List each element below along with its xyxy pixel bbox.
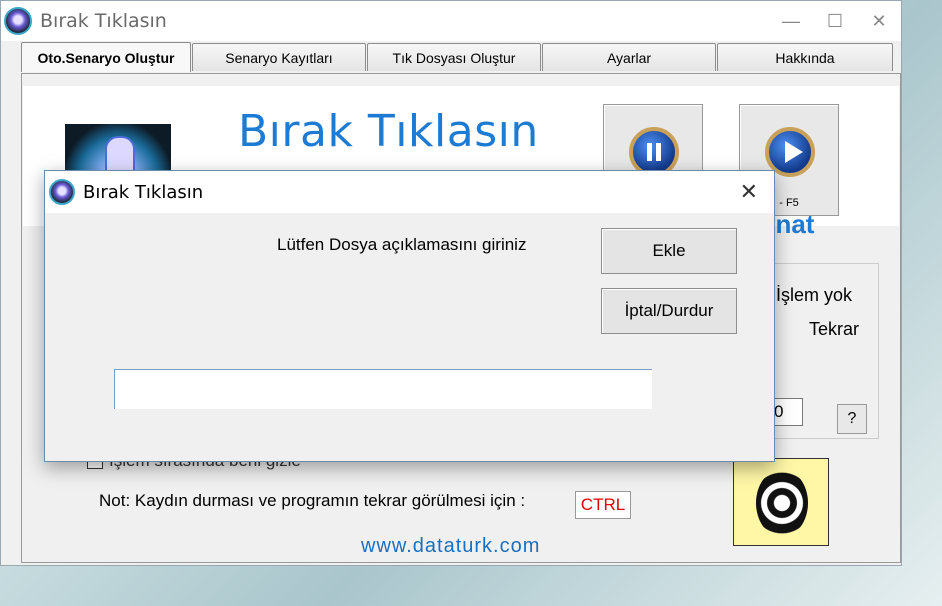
description-dialog: Bırak Tıklasın ✕ Lütfen Dosya açıklaması… <box>44 170 775 462</box>
minimize-button[interactable]: — <box>769 1 813 41</box>
dialog-title: Bırak Tıklasın <box>83 181 204 203</box>
dialog-prompt: Lütfen Dosya açıklamasını giriniz <box>277 235 527 254</box>
tab-bar: Oto.Senaryo Oluştur Senaryo Kayıtları Tı… <box>21 42 894 72</box>
status-text: r İşlem yok <box>765 285 853 305</box>
close-button[interactable]: ✕ <box>857 1 901 41</box>
repeat-label: Tekrar <box>809 319 860 339</box>
app-icon <box>4 7 32 35</box>
add-button[interactable]: Ekle <box>601 228 737 274</box>
maximize-button[interactable]: ☐ <box>813 1 857 41</box>
tab-oto-senaryo[interactable]: Oto.Senaryo Oluştur <box>21 42 191 72</box>
dialog-close-icon[interactable]: ✕ <box>740 179 758 205</box>
dialog-title-bar: Bırak Tıklasın ✕ <box>45 171 774 213</box>
tab-tik-dosyasi[interactable]: Tık Dosyası Oluştur <box>367 43 541 71</box>
tab-senaryo-kayitlari[interactable]: Senaryo Kayıtları <box>192 43 366 71</box>
window-title: Bırak Tıklasın <box>40 10 167 32</box>
emblem-logo-icon <box>733 458 829 546</box>
cancel-button[interactable]: İptal/Durdur <box>601 288 737 334</box>
window-controls: — ☐ ✕ <box>769 1 901 41</box>
banner-title: Bırak Tıklasın <box>238 106 539 157</box>
tab-hakkinda[interactable]: Hakkında <box>717 43 893 71</box>
tab-ayarlar[interactable]: Ayarlar <box>542 43 716 71</box>
dialog-app-icon <box>49 179 75 205</box>
title-bar: Bırak Tıklasın — ☐ ✕ <box>1 1 901 41</box>
website-link[interactable]: www.dataturk.com <box>361 535 540 558</box>
description-input[interactable] <box>114 369 652 409</box>
help-button[interactable]: ? <box>837 404 867 434</box>
note-text: Not: Kaydın durması ve programın tekrar … <box>99 491 526 510</box>
hotkey-box[interactable]: CTRL <box>575 491 631 519</box>
